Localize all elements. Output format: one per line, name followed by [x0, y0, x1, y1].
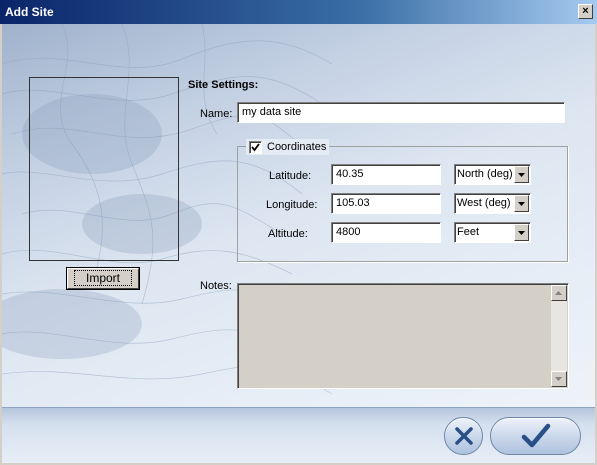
latitude-dropdown-button[interactable]: [514, 166, 529, 183]
import-button-label: Import: [73, 270, 132, 286]
altitude-dropdown-button[interactable]: [514, 224, 529, 241]
window-title: Add Site: [5, 5, 54, 19]
add-site-dialog: Add Site × Import Site Settings: Name: m…: [0, 0, 597, 465]
chevron-down-icon: [518, 202, 525, 206]
coordinates-checkbox[interactable]: [249, 140, 262, 154]
dialog-footer: [2, 407, 595, 463]
chevron-down-icon: [518, 231, 525, 235]
close-window-button[interactable]: ×: [578, 4, 593, 19]
checkmark-icon: [521, 423, 551, 448]
checkmark-icon: [251, 142, 260, 151]
site-settings-heading: Site Settings:: [188, 79, 259, 91]
longitude-direction-select[interactable]: West (deg): [454, 193, 531, 214]
coordinates-checkbox-row[interactable]: Coordinates: [246, 139, 330, 155]
scroll-down-button[interactable]: [551, 371, 567, 387]
import-button[interactable]: Import: [67, 268, 139, 289]
longitude-label: Longitude:: [266, 199, 318, 211]
title-bar: Add Site ×: [0, 0, 597, 24]
cancel-button[interactable]: [444, 417, 483, 455]
chevron-up-icon: [555, 291, 562, 295]
altitude-unit-value: Feet: [457, 226, 480, 238]
x-icon: [455, 427, 473, 445]
longitude-direction-value: West (deg): [457, 197, 511, 209]
latitude-direction-select[interactable]: North (deg): [454, 164, 531, 185]
latitude-label: Latitude:: [269, 170, 312, 182]
chevron-down-icon: [518, 173, 525, 177]
name-field[interactable]: my data site: [237, 102, 565, 123]
coordinates-label: Coordinates: [267, 141, 327, 153]
site-image-preview: [29, 77, 179, 261]
notes-label: Notes:: [200, 280, 232, 292]
altitude-unit-select[interactable]: Feet: [454, 222, 531, 243]
name-label: Name:: [200, 108, 233, 120]
longitude-dropdown-button[interactable]: [514, 195, 529, 212]
notes-textarea[interactable]: [237, 283, 569, 389]
altitude-field[interactable]: 4800: [331, 222, 441, 243]
latitude-direction-value: North (deg): [457, 168, 513, 180]
latitude-field[interactable]: 40.35: [331, 164, 441, 185]
ok-button[interactable]: [490, 417, 581, 455]
notes-scrollbar[interactable]: [551, 285, 567, 387]
chevron-down-icon: [555, 377, 562, 381]
dialog-body: Import Site Settings: Name: my data site…: [2, 24, 595, 407]
scroll-up-button[interactable]: [551, 285, 567, 301]
altitude-label: Altitude:: [268, 228, 308, 240]
longitude-field[interactable]: 105.03: [331, 193, 441, 214]
